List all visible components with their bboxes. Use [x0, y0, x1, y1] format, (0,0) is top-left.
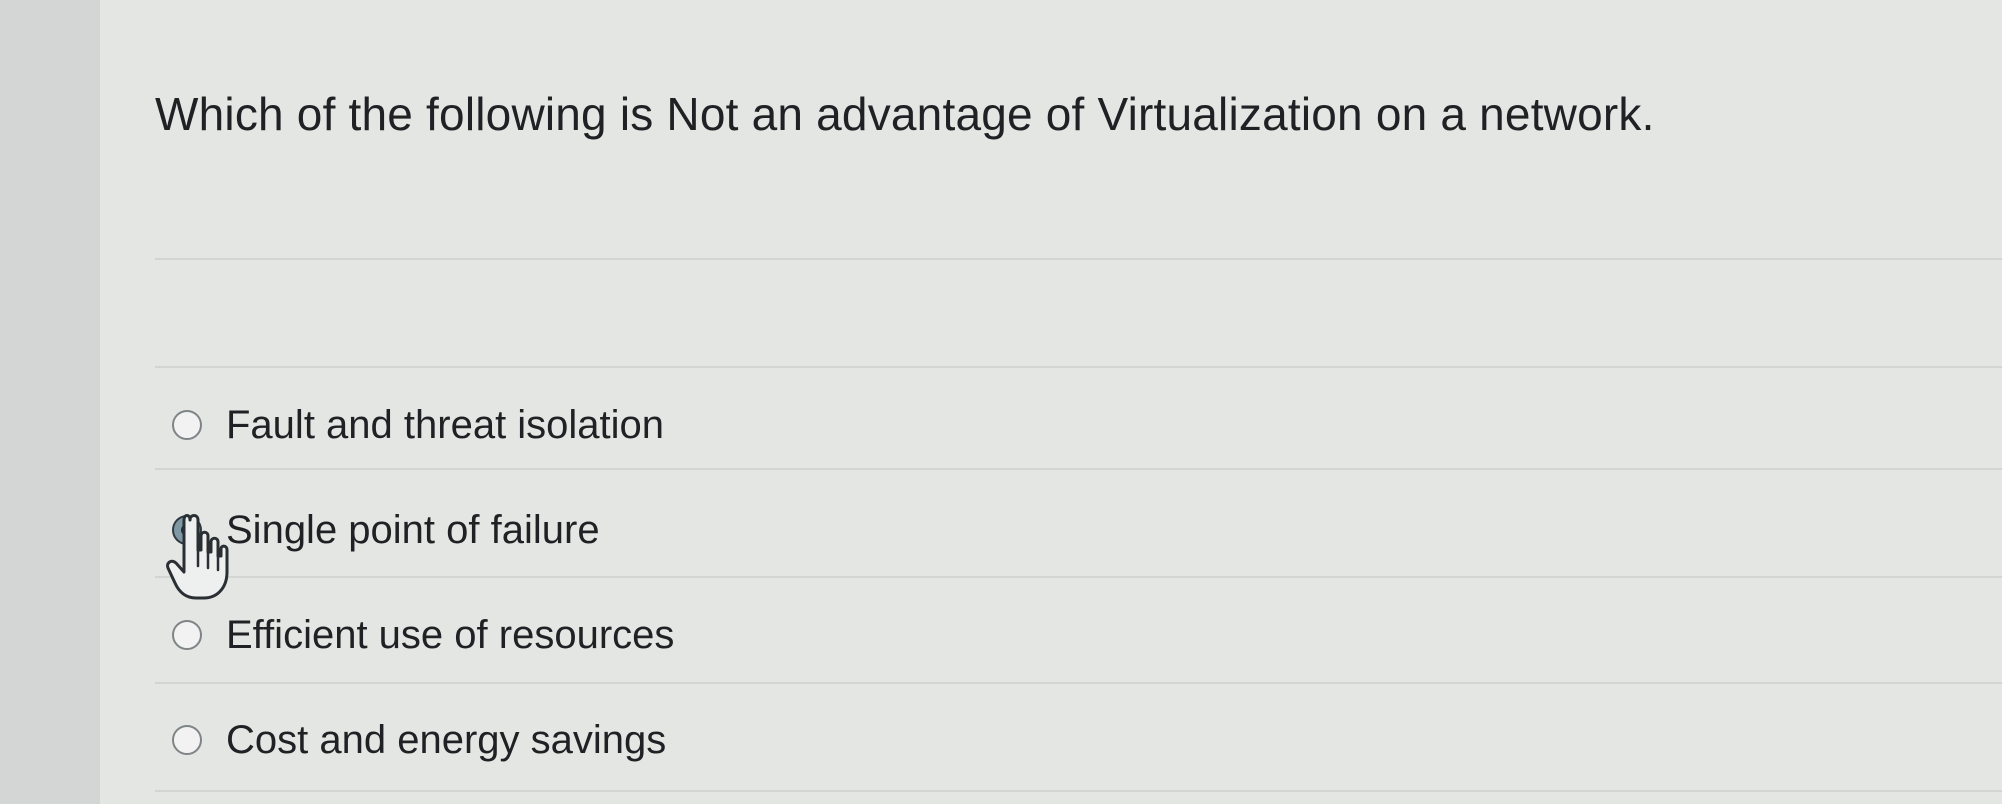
answer-option-resources[interactable]: Efficient use of resources	[172, 605, 674, 665]
section-divider	[155, 790, 2002, 792]
section-divider	[155, 682, 2002, 684]
answer-label: Single point of failure	[226, 508, 600, 552]
answer-option-cost-energy[interactable]: Cost and energy savings	[172, 710, 666, 770]
question-text: Which of the following is Not an advanta…	[155, 88, 1655, 140]
answer-label: Fault and threat isolation	[226, 403, 665, 447]
section-divider	[155, 258, 2002, 260]
section-divider	[155, 468, 2002, 470]
left-margin	[0, 0, 100, 804]
answer-label: Efficient use of resources	[226, 613, 675, 657]
section-divider	[155, 366, 2002, 368]
answer-label: Cost and energy savings	[226, 718, 667, 762]
answer-option-fault-isolation[interactable]: Fault and threat isolation	[172, 395, 664, 455]
section-divider	[155, 576, 2002, 578]
radio-button-icon[interactable]	[172, 410, 202, 440]
radio-button-icon[interactable]	[172, 620, 202, 650]
answer-option-single-point[interactable]: Single point of failure	[172, 500, 600, 560]
radio-button-selected-icon[interactable]	[172, 515, 202, 545]
radio-button-icon[interactable]	[172, 725, 202, 755]
